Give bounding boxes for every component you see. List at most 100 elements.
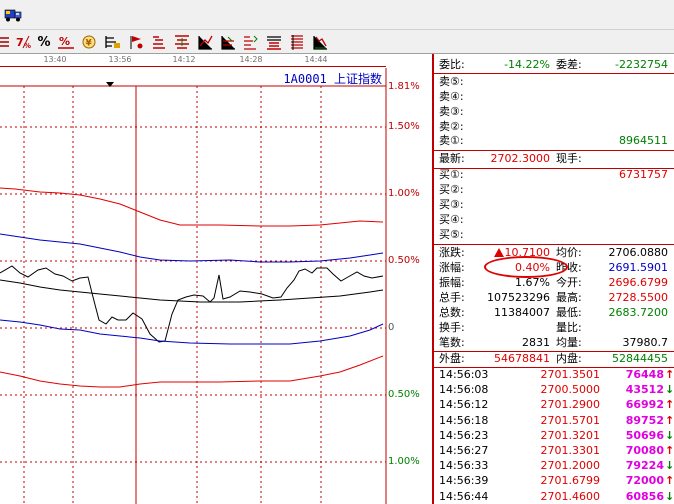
arrow-down-icon: ↓ — [665, 459, 674, 473]
pct-axis-label: 1.50% — [388, 121, 420, 132]
weibi-value: -14.22% — [504, 58, 550, 71]
zhangdie-label: 涨跌: — [439, 246, 465, 259]
sell4-label: 卖④: — [439, 90, 464, 103]
pct-axis-label: 1.00% — [388, 456, 420, 467]
fill-icon[interactable] — [149, 32, 169, 52]
line-up-icon[interactable] — [195, 32, 215, 52]
sell5-label: 卖⑤: — [439, 75, 464, 88]
waipan-label: 外盘: — [439, 352, 465, 365]
intraday-chart[interactable]: 13:40 13:56 14:12 14:28 14:44 1A0001 上证指数 1.… — [0, 54, 431, 504]
tick-volume: 50696 — [625, 428, 664, 442]
buy2-row: 买②: — [434, 183, 674, 197]
buy2-label: 买②: — [439, 183, 464, 196]
flag-icon[interactable] — [126, 32, 146, 52]
stack-icon[interactable] — [264, 32, 284, 52]
svg-text:¥: ¥ — [86, 39, 93, 49]
jinkai-value: 2696.6799 — [608, 276, 669, 289]
tick-time: 14:56:33 — [439, 459, 489, 473]
bishu-label: 笔数: — [439, 336, 465, 349]
line-down-icon[interactable] — [172, 32, 192, 52]
time-tick-label: 14:12 — [172, 55, 196, 64]
dist-icon[interactable] — [241, 32, 261, 52]
tick-time: 14:56:12 — [439, 398, 489, 412]
settings-icon[interactable] — [0, 32, 14, 52]
divider — [434, 73, 674, 74]
zhangfu-value: 0.40% — [515, 261, 550, 274]
buy5-label: 买⑤: — [439, 228, 464, 241]
fan-icon[interactable] — [287, 32, 307, 52]
tick-volume: 60856 — [625, 489, 664, 503]
chart-plot — [0, 68, 387, 504]
chart-down-icon[interactable] — [310, 32, 330, 52]
arrow-up-icon: ↑ — [665, 368, 674, 381]
tick-price: 2701.2900 — [540, 398, 601, 412]
tick-time: 14:56:23 — [439, 428, 489, 442]
buy3-row: 买③: — [434, 198, 674, 212]
tick-row: 14:56:44 2701.4600 60856 ↓ — [434, 490, 674, 504]
arrow-up-icon: ↑ — [665, 398, 674, 412]
tick-volume: 76448 — [625, 368, 664, 381]
bar-icon[interactable] — [102, 32, 122, 52]
up-triangle-icon — [493, 248, 504, 257]
tick-price: 2701.6799 — [540, 474, 601, 488]
weibi-label: 委比: — [439, 58, 465, 71]
zhangfu-row: 涨幅: 0.40% 昨收: 2691.5901 — [434, 261, 674, 275]
index-code-label: 1A0001 上证指数 — [283, 72, 382, 86]
latest-value: 2702.3000 — [490, 152, 551, 165]
tick-row: 14:56:08 2700.5000 43512 ↓ — [434, 383, 674, 397]
tick-price: 2701.2000 — [540, 459, 601, 473]
buy1-row: 买①: 6731757 — [434, 168, 674, 182]
tick-time: 14:56:08 — [439, 383, 489, 397]
tick-volume: 70080 — [625, 444, 664, 457]
tick-price: 2701.5701 — [540, 413, 601, 427]
tick-volume: 89752 — [625, 413, 664, 427]
jinkai-label: 今开: — [556, 276, 582, 289]
truck-icon[interactable] — [3, 5, 23, 25]
divider — [434, 244, 674, 245]
sell2-label: 卖②: — [439, 120, 464, 133]
pct-red-icon[interactable]: 7% — [13, 32, 33, 52]
sell2-row: 卖②: — [434, 120, 674, 134]
tick-time: 14:56:18 — [439, 413, 489, 427]
zhenfu-label: 振幅: — [439, 276, 465, 289]
huanshou-row: 换手: 量比: — [434, 321, 674, 335]
time-tick-label: 13:56 — [108, 55, 132, 64]
divider — [434, 150, 674, 151]
arrow-up-icon: ↑ — [665, 413, 674, 427]
pct-axis-label: 1.81% — [388, 81, 420, 92]
tick-price: 2701.3501 — [540, 368, 601, 381]
mid-upper-line — [0, 233, 384, 263]
main-toolbar — [0, 0, 674, 30]
tick-row: 14:56:23 2701.3201 50696 ↓ — [434, 429, 674, 443]
pct-box-icon[interactable]: % — [56, 32, 76, 52]
weicha-label: 委差: — [556, 58, 582, 71]
tick-price: 2701.3301 — [540, 444, 601, 457]
percent-icon[interactable]: % — [34, 32, 54, 52]
zuigao-label: 最高: — [556, 291, 582, 304]
neipan-value: 52844455 — [612, 352, 668, 365]
coin-icon[interactable]: ¥ — [79, 32, 99, 52]
mid-lower-line — [0, 319, 384, 345]
svg-text:7: 7 — [16, 36, 24, 49]
tick-row: 14:56:03 2701.3501 76448 ↑ — [434, 368, 674, 382]
zuigao-value: 2728.5500 — [608, 291, 669, 304]
tick-volume: 79224 — [625, 459, 664, 473]
time-axis: 13:40 13:56 14:12 14:28 14:44 — [0, 54, 386, 67]
zuoshou-label: 昨收: — [556, 261, 582, 274]
tick-row: 14:56:39 2701.6799 72000 ↑ — [434, 474, 674, 488]
tick-time: 14:56:03 — [439, 368, 489, 381]
tick-row: 14:56:27 2701.3301 70080 ↑ — [434, 444, 674, 458]
huanshou-label: 换手: — [439, 321, 465, 334]
bishu-value: 2831 — [522, 336, 550, 349]
pct-axis-label: 0.50% — [388, 255, 420, 266]
pct-axis-label: 0 — [388, 322, 395, 333]
zuidi-value: 2683.7200 — [608, 306, 669, 319]
weibi-row: 委比: -14.22% 委差: -2232754 — [434, 58, 674, 72]
zuidi-label: 最低: — [556, 306, 582, 319]
cross-line-icon[interactable] — [218, 32, 238, 52]
tick-row: 14:56:18 2701.5701 89752 ↑ — [434, 414, 674, 428]
sell1-label: 卖①: — [439, 134, 464, 147]
buy3-label: 买③: — [439, 198, 464, 211]
tick-price: 2701.3201 — [540, 428, 601, 442]
pct-axis-label: 1.00% — [388, 188, 420, 199]
